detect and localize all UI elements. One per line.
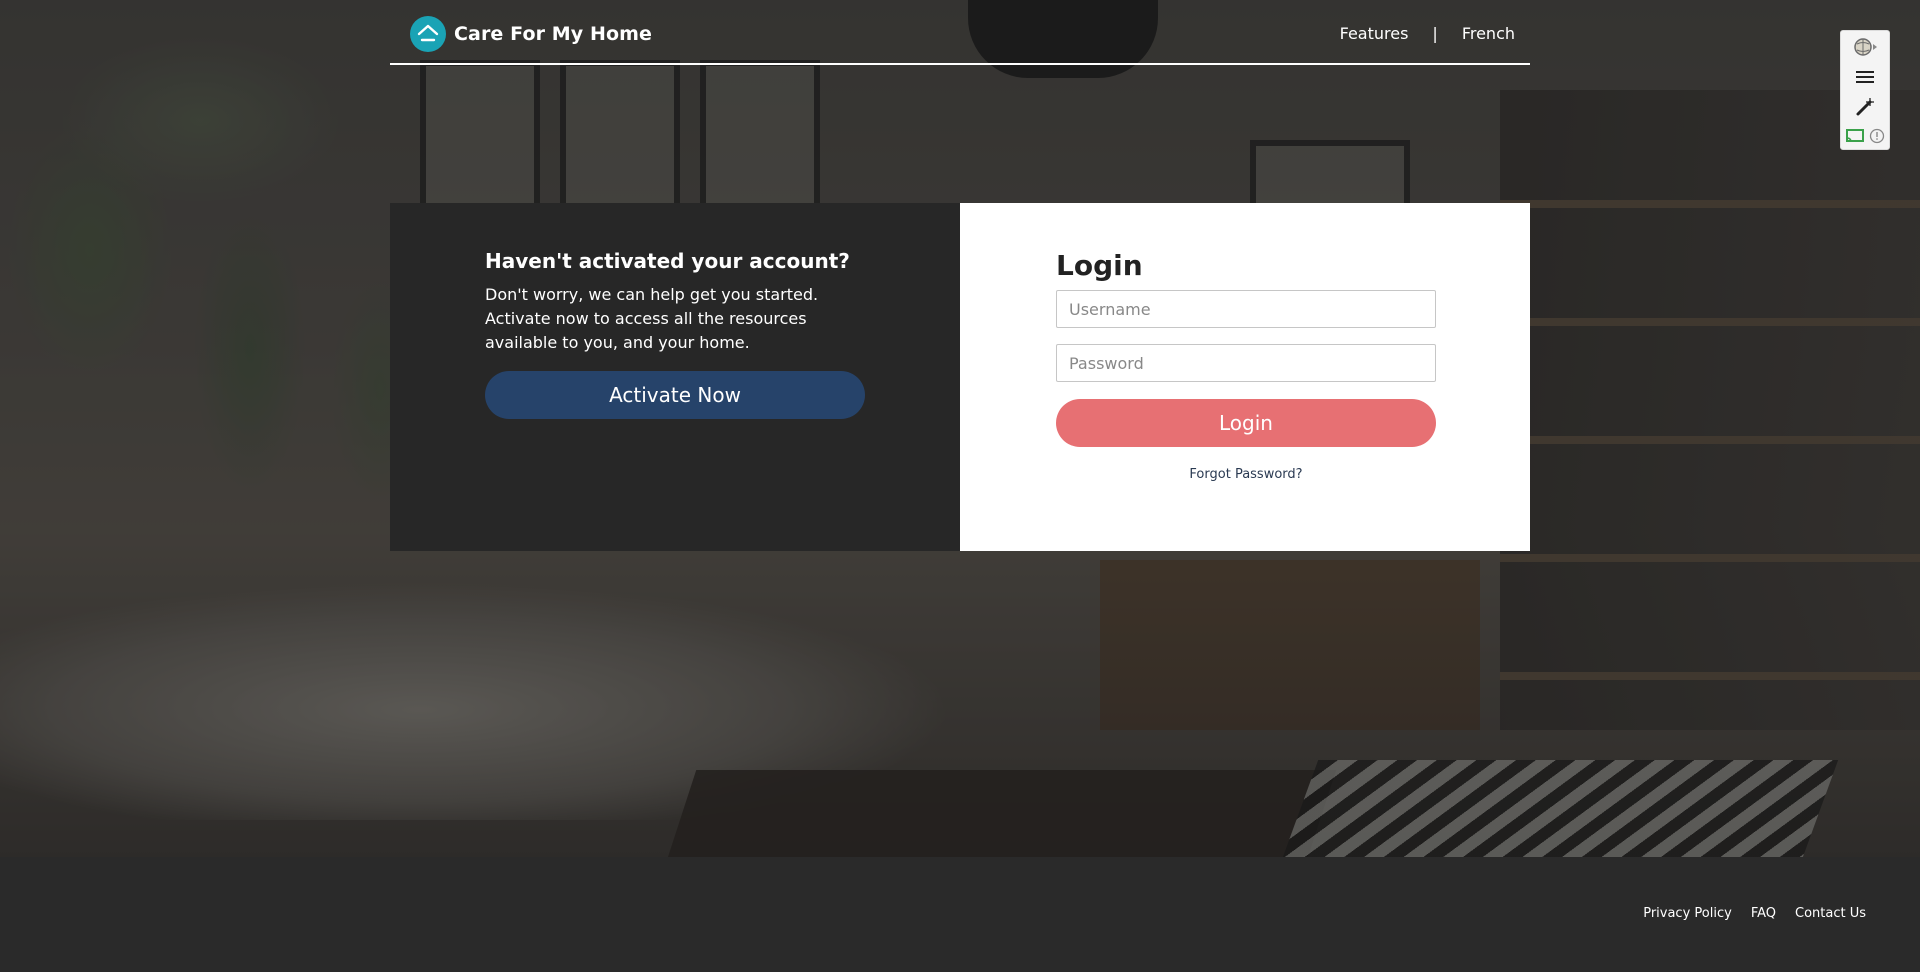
nav-features-link[interactable]: Features: [1340, 24, 1409, 43]
faq-link[interactable]: FAQ: [1751, 906, 1776, 921]
login-button[interactable]: Login: [1056, 399, 1436, 447]
magic-wand-icon[interactable]: [1845, 94, 1885, 120]
activate-panel: Haven't activated your account? Don't wo…: [390, 203, 960, 551]
extension-toolbar: [1840, 30, 1890, 150]
contact-us-link[interactable]: Contact Us: [1795, 906, 1866, 921]
privacy-policy-link[interactable]: Privacy Policy: [1643, 906, 1732, 921]
activate-heading: Haven't activated your account?: [485, 249, 850, 273]
cast-icon[interactable]: [1845, 123, 1867, 149]
nav-separator: |: [1432, 24, 1438, 43]
username-input[interactable]: [1056, 290, 1436, 328]
menu-icon[interactable]: [1845, 64, 1885, 90]
house-icon: [410, 16, 446, 52]
activate-now-button[interactable]: Activate Now: [485, 371, 865, 419]
login-title: Login: [1056, 249, 1143, 282]
globe-icon[interactable]: [1845, 34, 1885, 60]
brand-name: Care For My Home: [454, 23, 653, 45]
site-footer: Privacy Policy FAQ Contact Us: [0, 857, 1920, 972]
forgot-password-link[interactable]: Forgot Password?: [1056, 467, 1436, 482]
nav-language-link[interactable]: French: [1462, 24, 1515, 43]
site-header: Care For My Home Features | French: [390, 0, 1530, 65]
info-icon[interactable]: [1867, 123, 1887, 149]
activate-description: Don't worry, we can help get you started…: [485, 285, 819, 352]
top-nav: Features | French: [1340, 24, 1515, 43]
password-input[interactable]: [1056, 344, 1436, 382]
brand-link[interactable]: Care For My Home: [410, 16, 652, 52]
login-panel: Login Login Forgot Password?: [960, 203, 1530, 551]
footer-links: Privacy Policy FAQ Contact Us: [1643, 906, 1866, 921]
